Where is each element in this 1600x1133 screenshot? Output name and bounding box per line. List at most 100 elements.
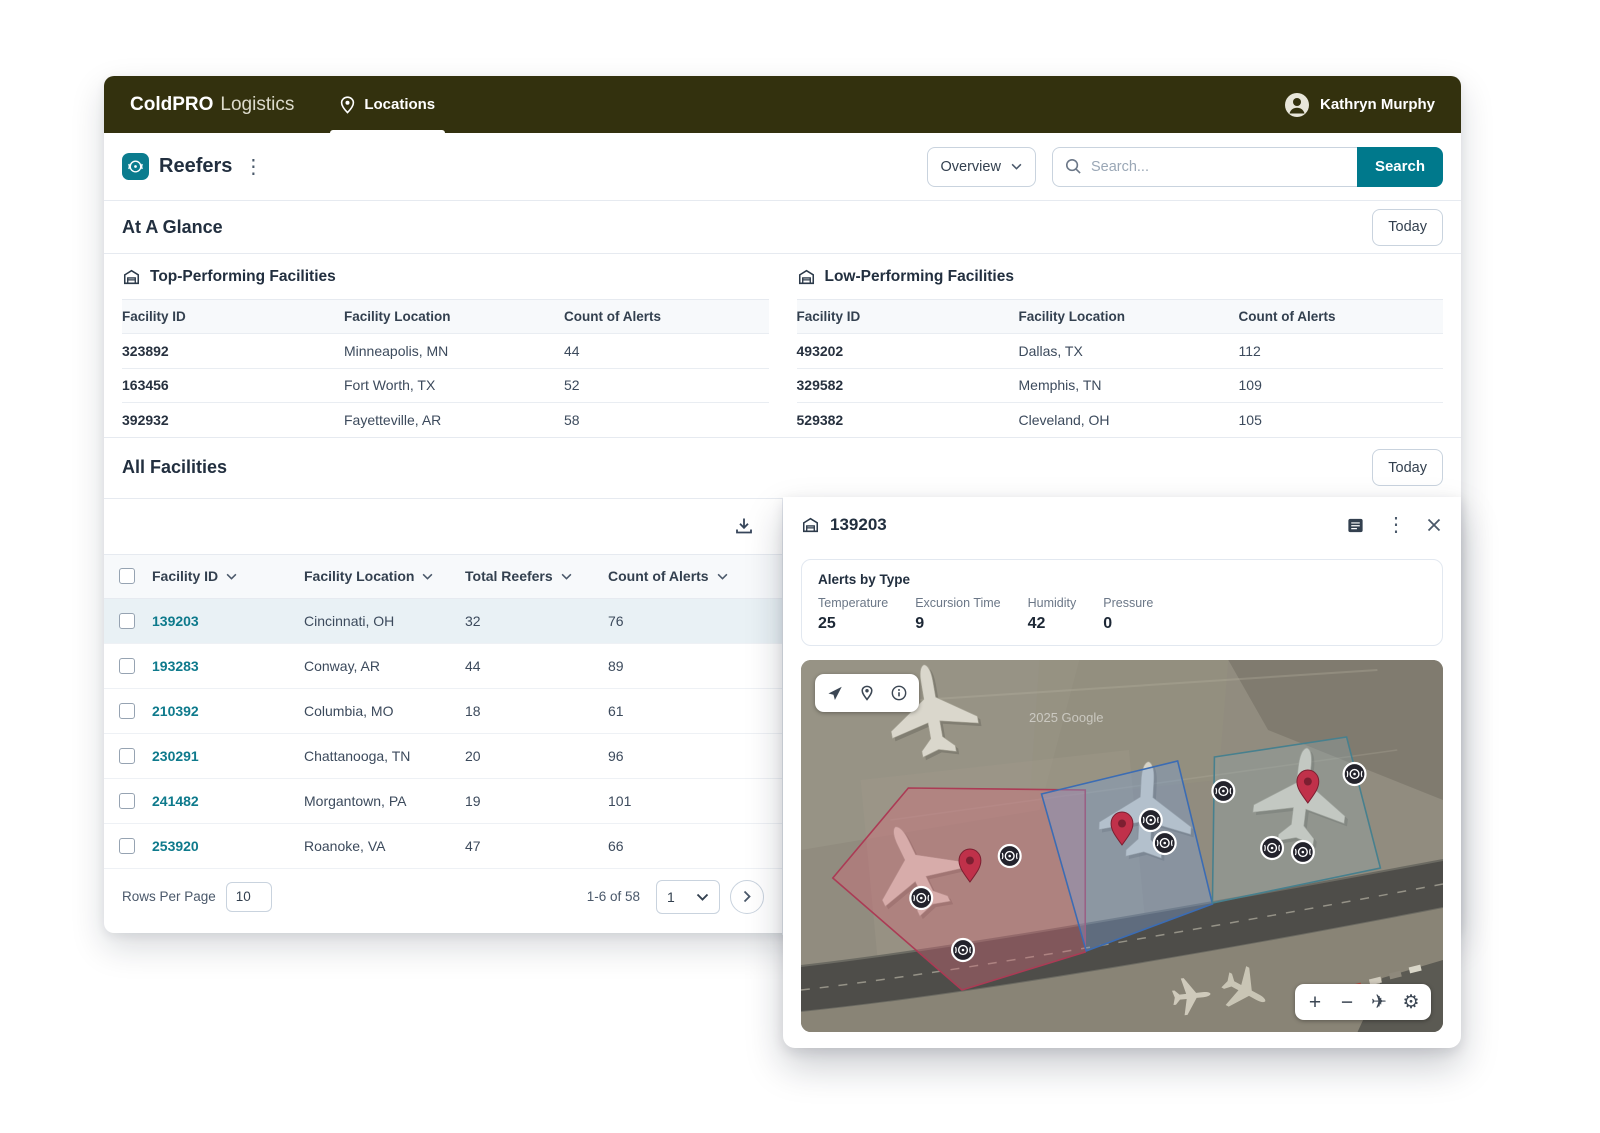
brand-bold: ColdPRO [130, 95, 213, 114]
brand-logo: ColdPRO Logistics [130, 95, 294, 114]
search-group: Search [1052, 147, 1443, 187]
row-checkbox[interactable] [119, 748, 135, 764]
close-icon[interactable] [1425, 516, 1443, 534]
sort-header-facility-id[interactable]: Facility ID [152, 568, 304, 584]
select-all-checkbox[interactable] [119, 568, 135, 584]
sort-header-count-of-alerts[interactable]: Count of Alerts [608, 568, 782, 584]
sort-header-facility-location[interactable]: Facility Location [304, 568, 465, 584]
rows-per-page-label: Rows Per Page [122, 889, 216, 904]
column-header: Facility ID [122, 309, 344, 324]
chevron-down-icon [1011, 163, 1022, 170]
search-button[interactable]: Search [1357, 147, 1443, 187]
map-toolbar [815, 674, 919, 712]
sort-chevron-icon [226, 573, 237, 580]
brand-light: Logistics [220, 95, 294, 114]
reefer-marker[interactable] [952, 939, 974, 961]
table-row[interactable]: 193283 Conway, AR 44 89 [104, 644, 782, 689]
airplane-layer-icon[interactable]: ✈ [1363, 985, 1395, 1019]
top-performing-table: Top-Performing Facilities Facility ID Fa… [122, 254, 769, 437]
table-row[interactable]: 493202 Dallas, TX 112 [797, 333, 1444, 368]
nav-item-locations[interactable]: Locations [340, 76, 435, 133]
panel-kebab-menu[interactable]: ⋮ [1383, 515, 1409, 535]
low-performing-table: Low-Performing Facilities Facility ID Fa… [797, 254, 1444, 437]
chevron-down-icon [696, 893, 709, 901]
sort-chevron-icon [422, 573, 433, 580]
column-header: Facility Location [1019, 309, 1239, 324]
table-row[interactable]: 329582 Memphis, TN 109 [797, 368, 1444, 403]
map-marker-icon[interactable] [851, 676, 883, 710]
page-title: Reefers [159, 155, 232, 178]
app-window: ColdPRO Logistics Locations Kathryn Murp… [104, 76, 1461, 933]
panel-title: 139203 [830, 515, 887, 535]
page-kebab-menu[interactable]: ⋮ [240, 157, 266, 177]
user-name: Kathryn Murphy [1320, 96, 1435, 113]
map-info-icon[interactable] [883, 676, 915, 710]
facility-id-link[interactable]: 241482 [152, 793, 304, 809]
facilities-section-header: All Facilities Today [104, 438, 1461, 499]
rows-per-page-input[interactable] [226, 882, 272, 912]
facility-building-icon [801, 516, 820, 534]
alerts-by-type-card: Alerts by Type Temperature 25 Excursion … [801, 559, 1443, 646]
search-icon [1065, 158, 1082, 175]
reefer-marker[interactable] [1292, 841, 1314, 863]
user-menu[interactable]: Kathryn Murphy [1284, 92, 1435, 118]
facility-id-link[interactable]: 210392 [152, 703, 304, 719]
table-row[interactable]: 163456 Fort Worth, TX 52 [122, 368, 769, 403]
table-row[interactable]: 253920 Roanoke, VA 47 66 [104, 824, 782, 869]
row-checkbox[interactable] [119, 658, 135, 674]
facility-id-link[interactable]: 193283 [152, 658, 304, 674]
facility-map[interactable]: 2025 Google + − ✈ ⚙ [801, 660, 1443, 1032]
page-select[interactable]: 1 [656, 880, 720, 914]
table-title: Low-Performing Facilities [825, 268, 1014, 286]
column-header: Facility Location [344, 309, 564, 324]
map-settings-gear-icon[interactable]: ⚙ [1395, 985, 1427, 1019]
row-checkbox[interactable] [119, 703, 135, 719]
topbar: ColdPRO Logistics Locations Kathryn Murp… [104, 76, 1461, 133]
glance-title: At A Glance [122, 217, 223, 238]
avatar-icon [1284, 92, 1310, 118]
sort-header-total-reefers[interactable]: Total Reefers [465, 568, 608, 584]
pagination: Rows Per Page 1-6 of 58 1 [104, 869, 782, 914]
table-row[interactable]: 529382 Cleveland, OH 105 [797, 402, 1444, 437]
table-row[interactable]: 323892 Minneapolis, MN 44 [122, 333, 769, 368]
facilities-today-button[interactable]: Today [1372, 449, 1443, 486]
zoom-out-icon[interactable]: − [1331, 985, 1363, 1019]
map-navigate-icon[interactable] [819, 676, 851, 710]
table-row[interactable]: 230291 Chattanooga, TN 20 96 [104, 734, 782, 779]
view-select[interactable]: Overview [927, 147, 1036, 187]
facility-id-link[interactable]: 230291 [152, 748, 304, 764]
reefer-marker[interactable] [1154, 832, 1176, 854]
search-input[interactable] [1091, 159, 1345, 175]
page-header: Reefers ⋮ Overview Search [104, 133, 1461, 200]
table-row[interactable]: 210392 Columbia, MO 18 61 [104, 689, 782, 734]
column-header: Count of Alerts [564, 309, 769, 324]
satellite-map[interactable] [801, 660, 1443, 1032]
alerts-card-title: Alerts by Type [818, 572, 1426, 587]
zoom-in-icon[interactable]: + [1299, 985, 1331, 1019]
row-checkbox[interactable] [119, 793, 135, 809]
reefer-marker[interactable] [910, 887, 932, 909]
column-header: Facility ID [797, 309, 1019, 324]
sort-chevron-icon [717, 573, 728, 580]
row-checkbox[interactable] [119, 613, 135, 629]
facility-id-link[interactable]: 139203 [152, 613, 304, 629]
reefer-marker[interactable] [1261, 837, 1283, 859]
map-zoom-toolbar: + − ✈ ⚙ [1295, 984, 1431, 1020]
next-page-button[interactable] [730, 880, 764, 914]
nav-item-label: Locations [364, 96, 435, 113]
download-button[interactable] [732, 514, 756, 538]
glance-today-button[interactable]: Today [1372, 209, 1443, 246]
reefer-marker[interactable] [1140, 809, 1162, 831]
glance-tables: Top-Performing Facilities Facility ID Fa… [104, 253, 1461, 438]
table-view-button[interactable] [1344, 514, 1367, 537]
table-row[interactable]: 241482 Morgantown, PA 19 101 [104, 779, 782, 824]
reefer-marker[interactable] [1212, 780, 1234, 802]
table-row[interactable]: 392932 Fayetteville, AR 58 [122, 402, 769, 437]
reefer-marker[interactable] [1344, 763, 1366, 785]
row-checkbox[interactable] [119, 838, 135, 854]
pagination-range: 1-6 of 58 [587, 889, 640, 904]
reefer-marker[interactable] [999, 845, 1021, 867]
facility-id-link[interactable]: 253920 [152, 838, 304, 854]
facilities-table: Facility ID Facility Location Total Reef… [104, 499, 783, 935]
table-row[interactable]: 139203 Cincinnati, OH 32 76 [104, 599, 782, 644]
